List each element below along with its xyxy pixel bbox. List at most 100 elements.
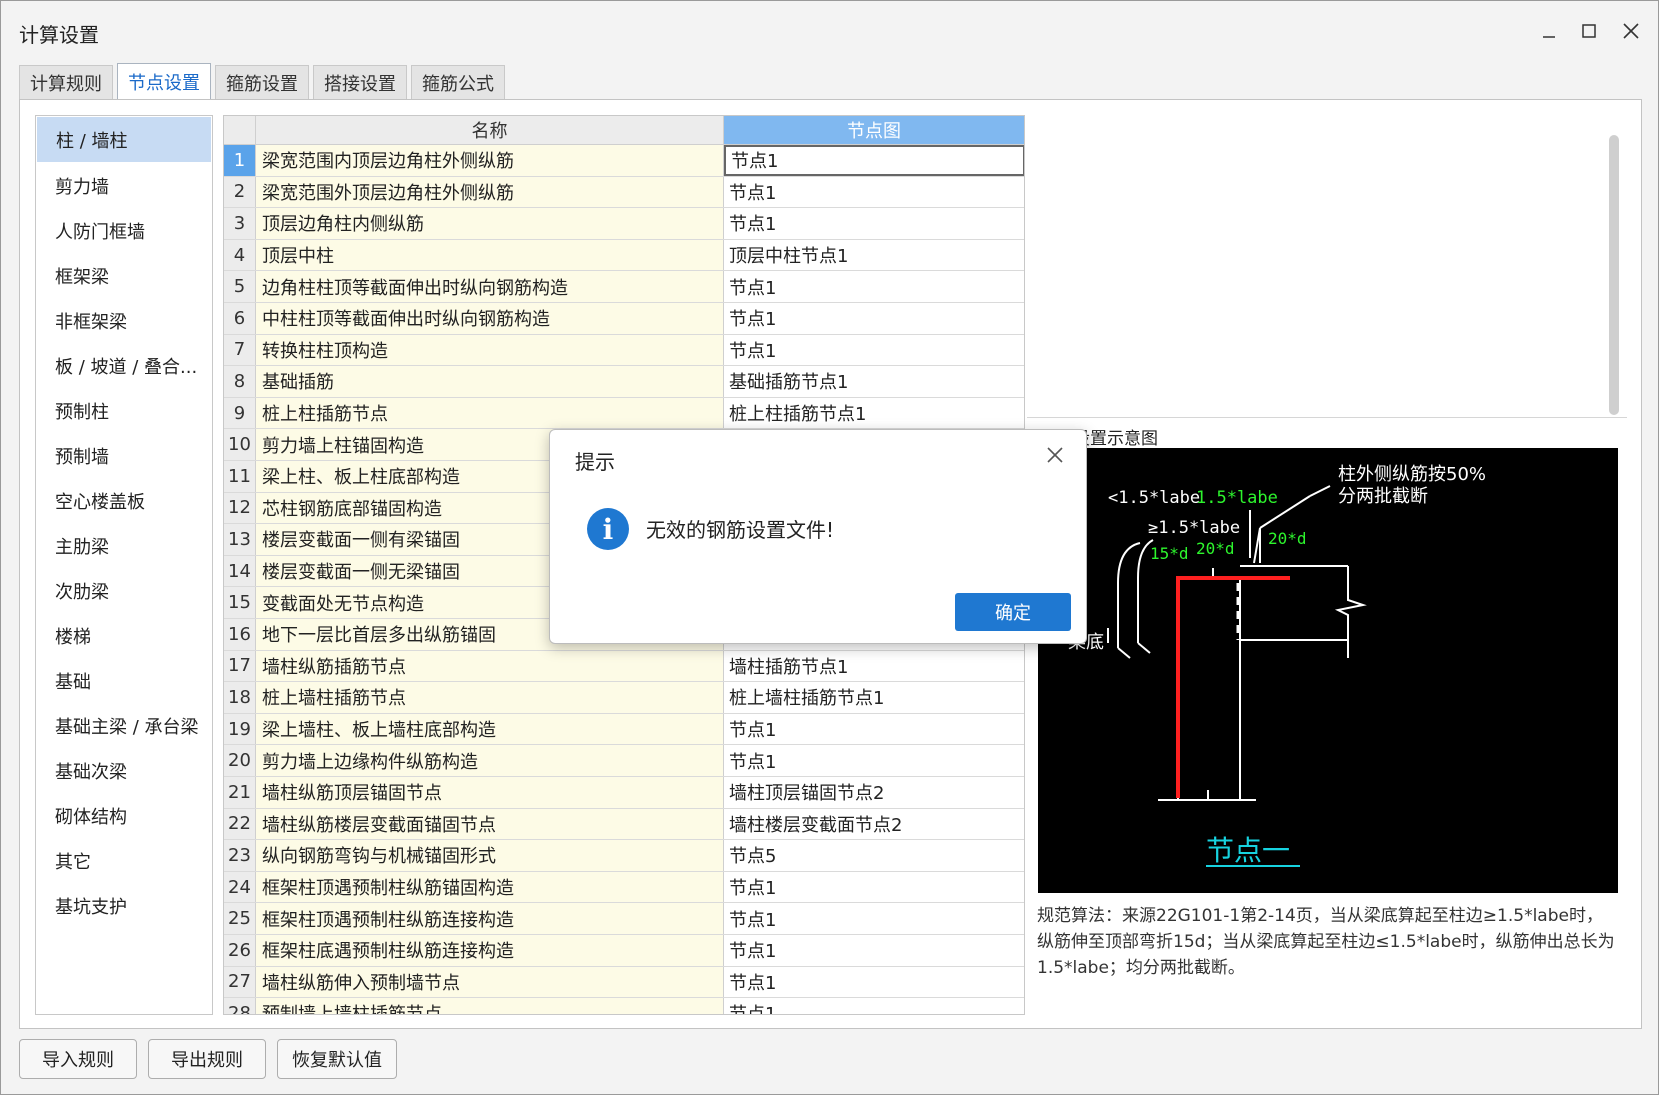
row-node-cell[interactable]: 节点1	[724, 145, 1024, 176]
row-node-cell[interactable]: 桩上墙柱插筋节点1	[724, 682, 1024, 713]
sidebar-item-foundation[interactable]: 基础	[36, 658, 212, 703]
row-node-cell[interactable]: 节点1	[724, 935, 1024, 966]
row-name-cell[interactable]: 转换柱柱顶构造	[256, 334, 724, 366]
row-name-cell[interactable]: 梁宽范围外顶层边角柱外侧纵筋	[256, 176, 724, 208]
sidebar-item-main-rib-beam[interactable]: 主肋梁	[36, 523, 212, 568]
row-node-cell[interactable]: 顶层中柱节点1	[724, 239, 1024, 271]
table-row[interactable]: 3 顶层边角柱内侧纵筋 节点1	[224, 208, 1024, 240]
row-node-cell[interactable]: 节点1	[724, 745, 1024, 776]
import-rules-button[interactable]: 导入规则	[19, 1039, 137, 1079]
row-name-cell[interactable]: 顶层边角柱内侧纵筋	[256, 208, 724, 239]
sidebar-item-other[interactable]: 其它	[36, 838, 212, 883]
close-button[interactable]	[1611, 13, 1651, 49]
table-row[interactable]: 4 顶层中柱 顶层中柱节点1	[224, 239, 1024, 272]
options-scrollbar[interactable]	[1609, 135, 1619, 415]
row-name-cell[interactable]: 墙柱纵筋楼层变截面锚固节点	[256, 808, 724, 840]
row-node-cell[interactable]: 墙柱插筋节点1	[724, 650, 1024, 682]
row-node-cell[interactable]: 节点1	[724, 176, 1024, 208]
sidebar-item-secondary-rib-beam[interactable]: 次肋梁	[36, 568, 212, 613]
row-name-cell[interactable]: 墙柱纵筋伸入预制墙节点	[256, 966, 724, 998]
sidebar-item-frame-beam[interactable]: 框架梁	[36, 253, 212, 298]
row-name-cell[interactable]: 顶层中柱	[256, 239, 724, 271]
table-row[interactable]: 28 预制墙上墙柱插筋节点 节点1	[224, 998, 1024, 1014]
tab-node-settings[interactable]: 节点设置	[117, 63, 211, 99]
row-node-cell[interactable]: 节点1	[724, 303, 1024, 334]
row-node-cell[interactable]: 墙柱楼层变截面节点2	[724, 808, 1024, 840]
row-name-cell[interactable]: 桩上墙柱插筋节点	[256, 682, 724, 713]
row-name-cell[interactable]: 预制墙上墙柱插筋节点	[256, 998, 724, 1014]
row-node-cell[interactable]: 节点1	[724, 271, 1024, 302]
maximize-button[interactable]	[1569, 13, 1609, 49]
label-20d-b: 20*d	[1268, 529, 1307, 548]
row-name-cell[interactable]: 边角柱柱顶等截面伸出时纵向钢筋构造	[256, 271, 724, 302]
tab-lap-settings[interactable]: 搭接设置	[313, 65, 407, 99]
table-row[interactable]: 26 框架柱底遇预制柱纵筋连接构造 节点1	[224, 935, 1024, 967]
row-node-cell[interactable]: 节点1	[724, 966, 1024, 998]
row-node-cell[interactable]: 墙柱顶层锚固节点2	[724, 777, 1024, 808]
name-column-header[interactable]: 名称	[256, 116, 724, 145]
table-row[interactable]: 25 框架柱顶遇预制柱纵筋连接构造 节点1	[224, 903, 1024, 935]
dialog-close-button[interactable]	[1040, 440, 1070, 470]
sidebar-item-precast-column[interactable]: 预制柱	[36, 388, 212, 433]
sidebar-item-foundation-secondary-beam[interactable]: 基础次梁	[36, 748, 212, 793]
table-row[interactable]: 21 墙柱纵筋顶层锚固节点 墙柱顶层锚固节点2	[224, 777, 1024, 809]
row-name-cell[interactable]: 桩上柱插筋节点	[256, 397, 724, 429]
row-name-cell[interactable]: 纵向钢筋弯钩与机械锚固形式	[256, 840, 724, 871]
row-node-cell[interactable]: 节点1	[724, 998, 1024, 1014]
sidebar-item-masonry[interactable]: 砌体结构	[36, 793, 212, 838]
row-name-cell[interactable]: 框架柱顶遇预制柱纵筋连接构造	[256, 903, 724, 934]
row-name-cell[interactable]: 剪力墙上边缘构件纵筋构造	[256, 745, 724, 776]
table-row[interactable]: 17 墙柱纵筋插筋节点 墙柱插筋节点1	[224, 650, 1024, 683]
sidebar-item-precast-wall[interactable]: 预制墙	[36, 433, 212, 478]
row-node-cell[interactable]: 节点1	[724, 334, 1024, 366]
sidebar-item-foundation-main-beam[interactable]: 基础主梁 / 承台梁	[36, 703, 212, 748]
table-row[interactable]: 20 剪力墙上边缘构件纵筋构造 节点1	[224, 745, 1024, 777]
row-name-cell[interactable]: 梁宽范围内顶层边角柱外侧纵筋	[256, 145, 724, 176]
row-name-cell[interactable]: 框架柱顶遇预制柱纵筋锚固构造	[256, 871, 724, 903]
row-node-cell[interactable]: 节点1	[724, 871, 1024, 903]
minimize-button[interactable]	[1529, 13, 1569, 49]
sidebar-item-pit-support[interactable]: 基坑支护	[36, 883, 212, 928]
export-rules-button[interactable]: 导出规则	[148, 1039, 266, 1079]
row-name-cell[interactable]: 墙柱纵筋插筋节点	[256, 650, 724, 682]
node-column-header[interactable]: 节点图	[724, 116, 1024, 145]
table-row[interactable]: 2 梁宽范围外顶层边角柱外侧纵筋 节点1	[224, 176, 1024, 209]
table-row[interactable]: 19 梁上墙柱、板上墙柱底部构造 节点1	[224, 713, 1024, 746]
row-node-cell[interactable]: 基础插筋节点1	[724, 366, 1024, 397]
label-50-line1: 柱外侧纵筋按50%	[1338, 464, 1486, 485]
tab-stirrup-settings[interactable]: 箍筋设置	[215, 65, 309, 99]
table-row[interactable]: 8 基础插筋 基础插筋节点1	[224, 366, 1024, 398]
table-row[interactable]: 7 转换柱柱顶构造 节点1	[224, 334, 1024, 367]
tab-stirrup-formula[interactable]: 箍筋公式	[411, 65, 505, 99]
table-row[interactable]: 6 中柱柱顶等截面伸出时纵向钢筋构造 节点1	[224, 303, 1024, 335]
sidebar-item-slab[interactable]: 板 / 坡道 / 叠合...	[36, 343, 212, 388]
table-row[interactable]: 9 桩上柱插筋节点 桩上柱插筋节点1	[224, 397, 1024, 430]
row-name-cell[interactable]: 中柱柱顶等截面伸出时纵向钢筋构造	[256, 303, 724, 334]
row-node-cell[interactable]: 节点1	[724, 713, 1024, 745]
sidebar-item-civil-defense-frame-wall[interactable]: 人防门框墙	[36, 208, 212, 253]
table-row[interactable]: 27 墙柱纵筋伸入预制墙节点 节点1	[224, 966, 1024, 999]
sidebar-item-column[interactable]: 柱 / 墙柱	[37, 117, 211, 162]
sidebar-item-hollow-floor[interactable]: 空心楼盖板	[36, 478, 212, 523]
table-row[interactable]: 5 边角柱柱顶等截面伸出时纵向钢筋构造 节点1	[224, 271, 1024, 303]
row-node-cell[interactable]: 节点5	[724, 840, 1024, 871]
dialog-ok-button[interactable]: 确定	[955, 593, 1071, 631]
row-number: 2	[224, 176, 256, 208]
row-node-cell[interactable]: 节点1	[724, 903, 1024, 934]
table-row[interactable]: 22 墙柱纵筋楼层变截面锚固节点 墙柱楼层变截面节点2	[224, 808, 1024, 841]
sidebar-item-non-frame-beam[interactable]: 非框架梁	[36, 298, 212, 343]
row-node-cell[interactable]: 桩上柱插筋节点1	[724, 397, 1024, 429]
table-row[interactable]: 24 框架柱顶遇预制柱纵筋锚固构造 节点1	[224, 871, 1024, 904]
sidebar-item-shear-wall[interactable]: 剪力墙	[36, 163, 212, 208]
row-name-cell[interactable]: 基础插筋	[256, 366, 724, 397]
row-name-cell[interactable]: 梁上墙柱、板上墙柱底部构造	[256, 713, 724, 745]
tab-calc-rules[interactable]: 计算规则	[19, 65, 113, 99]
sidebar-item-stairs[interactable]: 楼梯	[36, 613, 212, 658]
table-row[interactable]: 23 纵向钢筋弯钩与机械锚固形式 节点5	[224, 840, 1024, 872]
row-name-cell[interactable]: 墙柱纵筋顶层锚固节点	[256, 777, 724, 808]
restore-default-button[interactable]: 恢复默认值	[277, 1039, 397, 1079]
table-row[interactable]: 18 桩上墙柱插筋节点 桩上墙柱插筋节点1	[224, 682, 1024, 714]
row-node-cell[interactable]: 节点1	[724, 208, 1024, 239]
table-row[interactable]: 1 梁宽范围内顶层边角柱外侧纵筋 节点1	[224, 145, 1024, 177]
row-name-cell[interactable]: 框架柱底遇预制柱纵筋连接构造	[256, 935, 724, 966]
